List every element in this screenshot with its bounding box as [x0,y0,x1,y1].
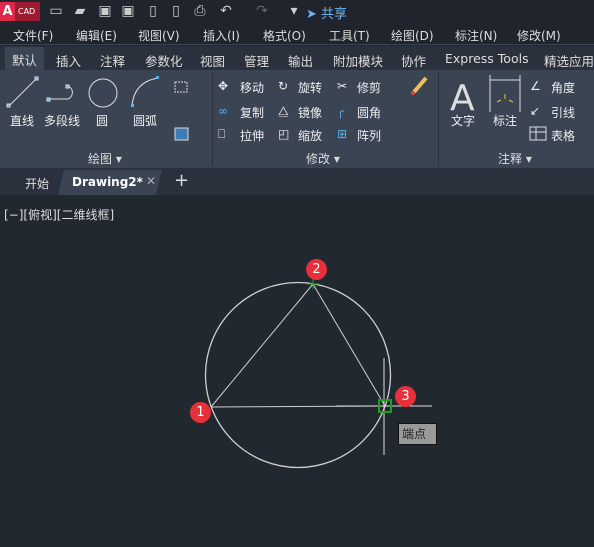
snap-tooltip: 端点 [398,423,437,445]
triangle-side [312,283,386,407]
drawing-canvas[interactable] [0,0,594,547]
triangle-side [210,283,314,408]
circle [204,281,392,469]
marker-1: 1 [190,402,211,423]
marker-3: 3 [395,386,416,407]
vertex-marker [307,279,319,289]
marker-2: 2 [306,259,327,280]
